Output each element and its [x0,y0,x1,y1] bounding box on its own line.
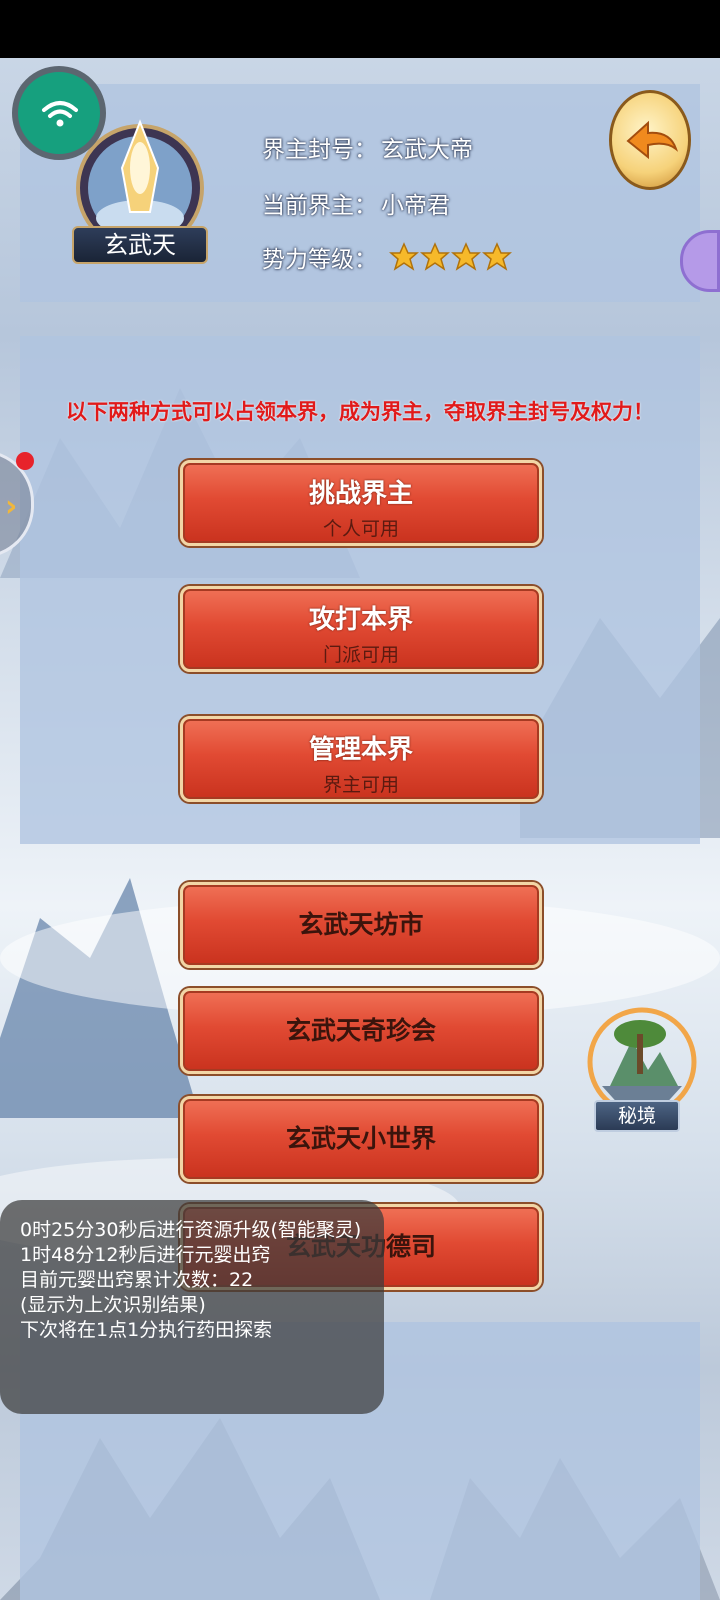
occupy-notice: 以下两种方式可以占领本界，成为界主，夺取界主封号及权力！ [66,400,654,424]
realm-name-badge: 玄武天 [72,226,208,264]
treasure-auction-label: 玄武天奇珍会 [285,1016,436,1045]
realm-title-value: 玄武大帝 [381,137,473,163]
challenge-lord-sub: 个人可用 [322,518,399,540]
wifi-floating-button[interactable] [12,66,106,160]
small-world-label: 玄武天小世界 [285,1124,436,1153]
star-icon [451,242,481,271]
status-line: (显示为上次识别结果) [20,1294,206,1316]
manage-realm-button[interactable]: 管理本界 界主可用 [180,716,542,802]
realm-lord-label: 当前界主： [262,193,377,219]
realm-level-label: 势力等级： [262,247,377,273]
attack-realm-label: 攻打本界 [308,605,413,635]
status-line: 1时48分12秒后进行元婴出窍 [20,1244,271,1266]
attack-realm-button[interactable]: 攻打本界 门派可用 [180,586,542,672]
star-icon [389,242,419,271]
market-button[interactable]: 玄武天坊市 [180,882,542,968]
notification-dot [16,452,34,470]
script-status-overlay: 0时25分30秒后进行资源升级(智能聚灵) 1时48分12秒后进行元婴出窍 目前… [0,1200,384,1414]
star-icon [420,242,450,271]
treasure-auction-button[interactable]: 玄武天奇珍会 [180,988,542,1074]
manage-realm-sub: 界主可用 [322,774,399,796]
secret-realm-label: 秘境 [594,1100,680,1132]
manage-realm-label: 管理本界 [308,735,413,765]
status-line: 下次将在1点1分执行药田探索 [20,1319,273,1341]
wifi-icon [42,101,78,127]
star-icon [482,242,512,271]
market-label: 玄武天坊市 [298,910,424,939]
level-stars [389,242,513,272]
challenge-lord-button[interactable]: 挑战界主 个人可用 [180,460,542,546]
realm-level-row: 势力等级： [262,240,513,274]
chevron-right-icon: › [5,489,18,524]
status-bar [0,0,720,58]
realm-title-row: 界主封号： 玄武大帝 [262,130,473,164]
status-line: 目前元婴出窍累计次数：22 [20,1269,254,1291]
realm-lord-row: 当前界主： 小帝君 [262,186,450,220]
challenge-lord-label: 挑战界主 [308,479,413,509]
back-button[interactable] [609,90,691,190]
realm-title-label: 界主封号： [262,137,377,163]
attack-realm-sub: 门派可用 [322,644,399,666]
status-line: 0时25分30秒后进行资源升级(智能聚灵) [20,1219,362,1241]
small-world-button[interactable]: 玄武天小世界 [180,1096,542,1182]
realm-lord-value: 小帝君 [381,193,450,219]
back-arrow-icon [626,120,678,160]
